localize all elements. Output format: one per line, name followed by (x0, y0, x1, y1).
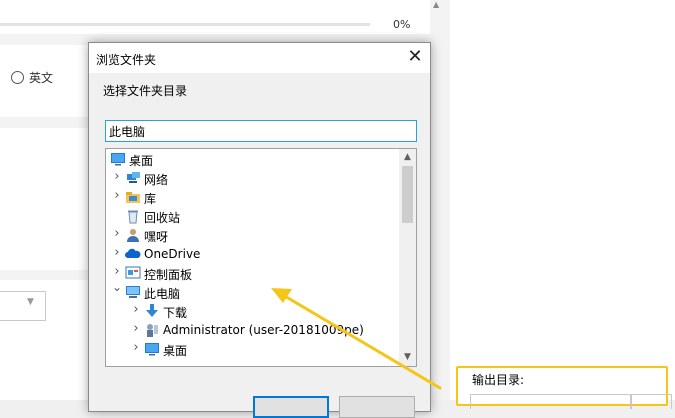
english-radio-label[interactable]: 英文 (29, 69, 53, 86)
dialog-title: 浏览文件夹 (96, 53, 157, 67)
tree-item-label: OneDrive (144, 247, 201, 261)
tree-item-label: Administrator (user-20181009pe) (163, 323, 364, 337)
computer-icon (125, 284, 141, 300)
browse-folder-dialog: 浏览文件夹 ✕ 选择文件夹目录 桌面›网络›库回收站›嘿呀›OneDrive›控… (88, 42, 431, 418)
tree-item[interactable]: › 库 (106, 188, 396, 207)
control-panel-icon (125, 265, 141, 281)
folder-path-input[interactable] (105, 120, 417, 142)
tree-item-label: 网络 (144, 173, 169, 187)
tree-item[interactable]: 桌面 (106, 150, 396, 169)
tree-item-label: 嘿呀 (144, 230, 169, 244)
dialog-description: 选择文件夹目录 (103, 84, 188, 98)
ok-button[interactable] (253, 396, 329, 418)
tree-item[interactable]: › Administrator (user-20181009pe) (106, 321, 396, 340)
chevron-right-icon[interactable]: › (112, 264, 122, 279)
right-side-area (450, 0, 675, 400)
chevron-right-icon[interactable]: › (131, 340, 141, 355)
tree-item[interactable]: › 下载 (106, 302, 396, 321)
english-radio[interactable] (11, 71, 24, 84)
user-folder-icon (144, 322, 160, 338)
tree-item[interactable]: › 网络 (106, 169, 396, 188)
chevron-down-icon[interactable]: ⌄ (112, 280, 122, 294)
browse-button[interactable] (630, 394, 672, 409)
chevron-right-icon[interactable]: › (112, 226, 122, 241)
chevron-right-icon[interactable]: › (112, 188, 122, 203)
scrollbar-thumb[interactable] (402, 166, 413, 223)
library-icon (125, 189, 141, 205)
select-chevron-down-icon[interactable]: ▼ (27, 297, 34, 307)
chevron-right-icon[interactable]: › (112, 169, 122, 184)
scroll-up-icon[interactable]: ▲ (399, 149, 416, 166)
cancel-button[interactable] (339, 396, 415, 418)
format-select[interactable] (0, 291, 46, 321)
dialog-titlebar[interactable]: 浏览文件夹 ✕ (89, 43, 430, 73)
download-icon (144, 303, 160, 319)
tree-item[interactable]: 回收站 (106, 207, 396, 226)
output-directory-label: 输出目录: (472, 373, 525, 387)
scroll-up-icon[interactable]: ▲ (433, 0, 439, 9)
tree-item[interactable]: › 控制面板 (106, 264, 396, 283)
progress-bar (0, 23, 370, 26)
scroll-down-icon[interactable]: ▼ (399, 349, 416, 366)
tree-item[interactable]: ⌄ 此电脑 (106, 280, 396, 302)
progress-panel: 0% (0, 0, 430, 34)
tree-item-label: 回收站 (144, 211, 181, 225)
desktop-icon (110, 151, 126, 167)
tree-scrollbar[interactable]: ▲ ▼ (399, 149, 416, 366)
folder-tree[interactable]: 桌面 › 网络 › 库回收站 › 嘿呀 › OneDrive › 控制面板 ⌄ 此电脑 › 下载 › Admin… (105, 148, 417, 367)
output-directory-group: 输出目录: (456, 366, 672, 409)
close-icon[interactable]: ✕ (400, 43, 430, 73)
tree-item-label: 此电脑 (144, 287, 181, 301)
user-icon (125, 227, 141, 243)
tree-item-label: 桌面 (163, 344, 188, 358)
recycle-bin-icon (125, 208, 141, 224)
chevron-right-icon[interactable]: › (112, 245, 122, 260)
tree-item[interactable]: › OneDrive (106, 245, 396, 264)
cloud-icon (125, 246, 141, 262)
chevron-right-icon[interactable]: › (131, 302, 141, 317)
tree-item-label: 下载 (163, 306, 188, 320)
tree-item[interactable]: › 桌面 (106, 340, 396, 359)
tree-item-label: 控制面板 (144, 268, 193, 282)
chevron-right-icon[interactable]: › (131, 321, 141, 336)
tree-item[interactable]: › 嘿呀 (106, 226, 396, 245)
progress-percent: 0% (393, 18, 411, 31)
output-directory-field[interactable] (470, 394, 632, 409)
tree-item-label: 库 (144, 192, 157, 206)
network-icon (125, 170, 141, 186)
desktop-icon (144, 341, 160, 357)
tree-item-label: 桌面 (129, 154, 154, 168)
